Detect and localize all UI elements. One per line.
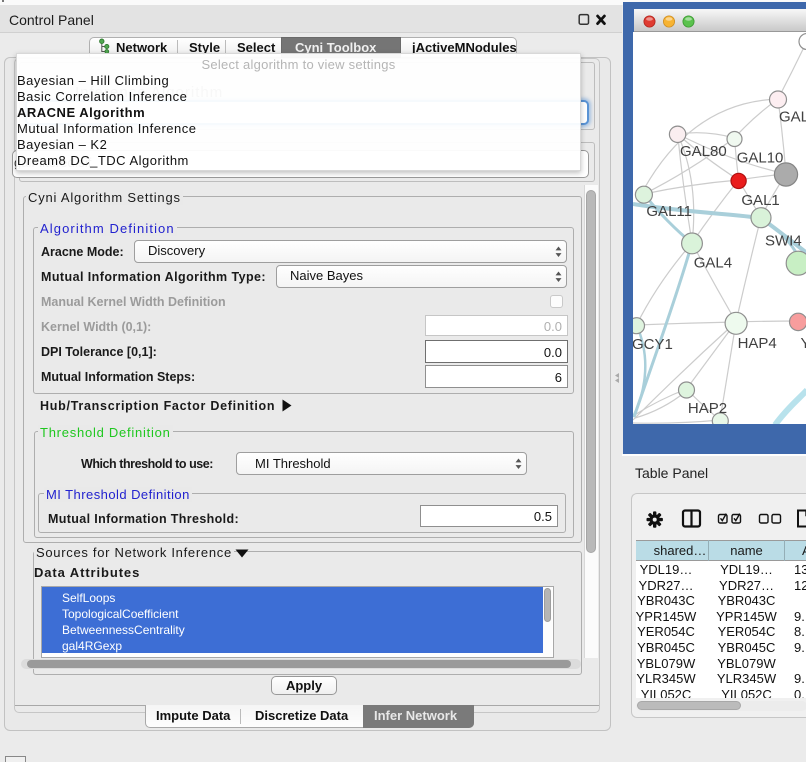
svg-text:Y: Y — [801, 335, 806, 352]
svg-text:GAL11: GAL11 — [646, 203, 692, 220]
svg-text:GAL80: GAL80 — [680, 143, 727, 160]
svg-text:HAP4: HAP4 — [738, 335, 777, 352]
svg-text:GAL2: GAL2 — [779, 109, 806, 126]
svg-text:GCY1: GCY1 — [633, 336, 673, 353]
svg-text:GAL1: GAL1 — [741, 192, 779, 209]
svg-text:SWI4: SWI4 — [765, 233, 802, 250]
svg-text:GAL4: GAL4 — [694, 255, 732, 272]
svg-text:HAP2: HAP2 — [688, 400, 727, 417]
svg-text:GAL10: GAL10 — [737, 150, 784, 167]
